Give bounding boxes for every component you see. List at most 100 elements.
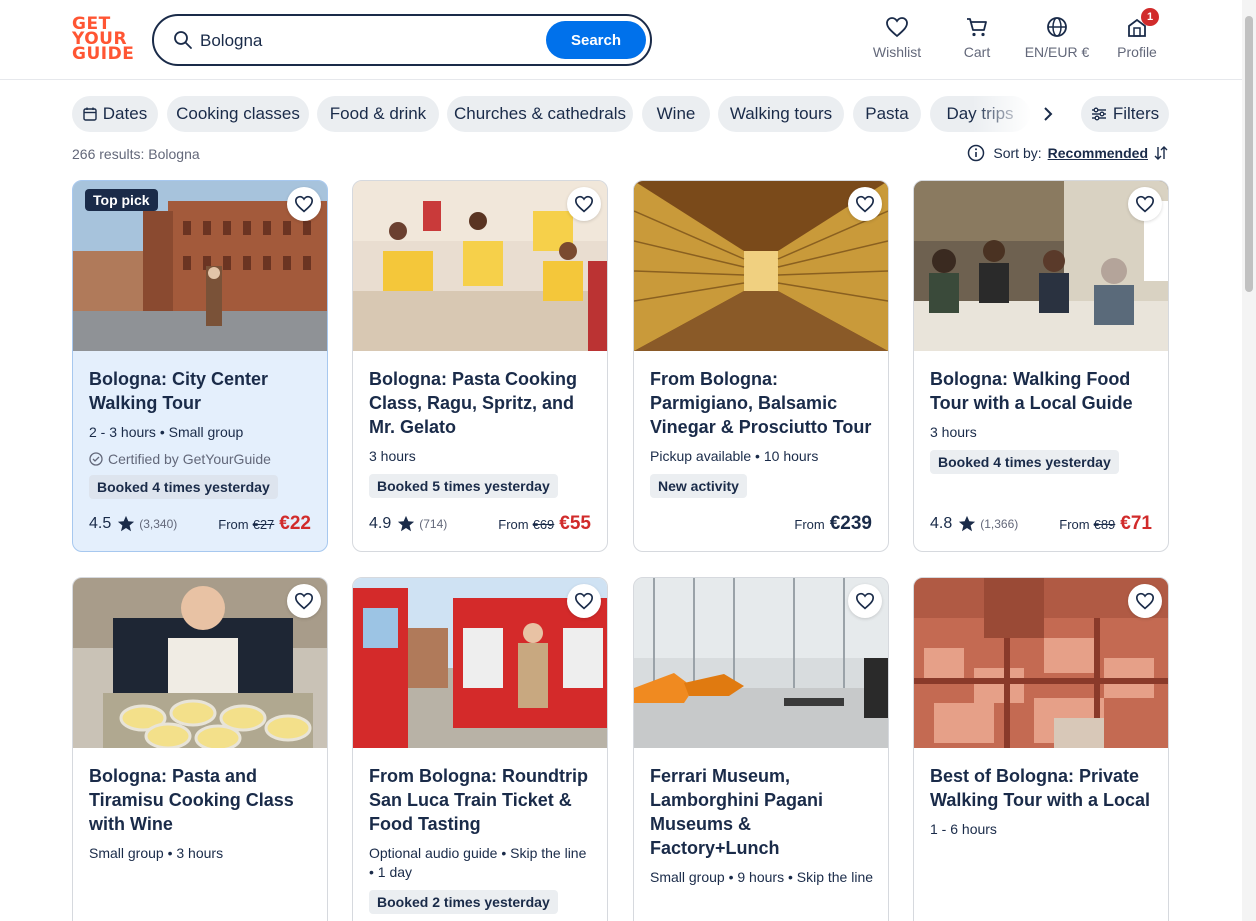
sale-price: €22	[279, 513, 311, 534]
activity-meta: 3 hours	[369, 448, 416, 464]
search-input[interactable]	[200, 30, 530, 52]
card-body: Bologna: Walking Food Tour with a Local …	[930, 367, 1154, 474]
activity-meta: Small group • 3 hours	[89, 845, 224, 861]
sort-arrows-icon	[1154, 146, 1168, 160]
search-button[interactable]: Search	[546, 21, 646, 59]
activity-card[interactable]: From Bologna: Parmigiano, Balsamic Vineg…	[633, 180, 889, 552]
wishlist-toggle[interactable]	[1128, 187, 1162, 221]
check-badge-icon	[89, 452, 103, 466]
activity-card[interactable]: Bologna: Pasta and Tiramisu Cooking Clas…	[72, 577, 328, 921]
filters-button[interactable]: Filters	[1081, 96, 1169, 132]
page-scrollbar[interactable]	[1242, 0, 1256, 921]
activity-meta: 1 - 6 hours	[930, 821, 997, 837]
activity-title[interactable]: Bologna: City Center Walking Tour	[89, 367, 313, 415]
card-body: Best of Bologna: Private Walking Tour wi…	[930, 764, 1154, 839]
calendar-icon	[83, 107, 97, 121]
price-value: €239	[829, 513, 872, 534]
getyourguide-logo[interactable]: GET YOUR GUIDE	[72, 16, 134, 63]
header: GET YOUR GUIDE Search Wishlist Cart EN/E…	[0, 0, 1256, 80]
info-icon[interactable]	[967, 144, 985, 162]
heart-icon	[855, 195, 875, 213]
booking-badge: Booked 5 times yesterday	[369, 474, 558, 498]
new-activity-badge: New activity	[650, 474, 747, 498]
chevron-right-icon	[1044, 107, 1053, 121]
heart-icon	[294, 592, 314, 610]
rating: 4.9 (714)	[369, 515, 448, 532]
booking-badge: Booked 4 times yesterday	[89, 475, 278, 499]
activity-card[interactable]: Bologna: Pasta Cooking Class, Ragu, Spri…	[352, 180, 608, 552]
activity-card[interactable]: Top pick Bologna: City Center Walking To…	[72, 180, 328, 552]
sort-value[interactable]: Recommended	[1048, 145, 1148, 161]
sale-price: €55	[559, 513, 591, 534]
activity-title[interactable]: Bologna: Pasta and Tiramisu Cooking Clas…	[89, 764, 313, 836]
chip-food-drink[interactable]: Food & drink	[317, 96, 439, 132]
chip-cooking-classes[interactable]: Cooking classes	[167, 96, 309, 132]
activity-card[interactable]: From Bologna: Roundtrip San Luca Train T…	[352, 577, 608, 921]
scrollbar-thumb[interactable]	[1245, 16, 1253, 292]
sort-label: Sort by:	[993, 145, 1042, 161]
search-bar: Search	[152, 14, 652, 66]
rating: 4.5 (3,340)	[89, 515, 178, 532]
chip-walking-tours[interactable]: Walking tours	[718, 96, 844, 132]
heart-icon	[886, 17, 908, 38]
activity-title[interactable]: Bologna: Walking Food Tour with a Local …	[930, 367, 1154, 415]
card-body: From Bologna: Parmigiano, Balsamic Vineg…	[650, 367, 874, 498]
activity-title[interactable]: From Bologna: Parmigiano, Balsamic Vineg…	[650, 367, 874, 439]
card-body: Bologna: Pasta Cooking Class, Ragu, Spri…	[369, 367, 593, 498]
wishlist-toggle[interactable]	[287, 584, 321, 618]
sliders-icon	[1091, 107, 1106, 121]
card-body: Ferrari Museum, Lamborghini Pagani Museu…	[650, 764, 874, 887]
wishlist-toggle[interactable]	[567, 584, 601, 618]
heart-icon	[574, 592, 594, 610]
chip-churches-cathedrals[interactable]: Churches & cathedrals	[447, 96, 633, 132]
original-price: €89	[1093, 517, 1116, 532]
price: From €89 €71	[1059, 513, 1152, 534]
star-icon	[398, 515, 415, 532]
search-icon	[174, 31, 192, 49]
booking-badge: Booked 4 times yesterday	[930, 450, 1119, 474]
sort-control[interactable]: Sort by: Recommended	[967, 144, 1168, 162]
wishlist-toggle[interactable]	[567, 187, 601, 221]
cart-button[interactable]: Cart	[937, 16, 1017, 66]
top-pick-badge: Top pick	[85, 189, 158, 211]
profile-label: Profile	[1117, 44, 1157, 60]
activity-meta: Optional audio guide • Skip the line • 1…	[369, 845, 587, 880]
globe-icon	[1047, 17, 1067, 37]
activity-title[interactable]: Bologna: Pasta Cooking Class, Ragu, Spri…	[369, 367, 593, 439]
original-price: €69	[532, 517, 555, 532]
heart-icon	[1135, 195, 1155, 213]
chip-dates[interactable]: Dates	[72, 96, 158, 132]
notification-badge: 1	[1141, 8, 1159, 26]
price: From €239	[794, 513, 872, 534]
heart-icon	[294, 195, 314, 213]
activity-meta: 2 - 3 hours • Small group	[89, 424, 244, 440]
wishlist-toggle[interactable]	[848, 187, 882, 221]
wishlist-label: Wishlist	[872, 44, 922, 60]
card-body: Bologna: Pasta and Tiramisu Cooking Clas…	[89, 764, 313, 863]
chips-next-button[interactable]	[1034, 96, 1062, 132]
price: From €69 €55	[498, 513, 591, 534]
sale-price: €71	[1120, 513, 1152, 534]
activity-title[interactable]: Best of Bologna: Private Walking Tour wi…	[930, 764, 1154, 812]
booking-badge: Booked 2 times yesterday	[369, 890, 558, 914]
activity-meta: Pickup available • 10 hours	[650, 448, 819, 464]
chip-wine[interactable]: Wine	[642, 96, 710, 132]
star-icon	[959, 515, 976, 532]
activity-title[interactable]: Ferrari Museum, Lamborghini Pagani Museu…	[650, 764, 874, 860]
activity-title[interactable]: From Bologna: Roundtrip San Luca Train T…	[369, 764, 593, 836]
original-price: €27	[252, 517, 275, 532]
wishlist-toggle[interactable]	[287, 187, 321, 221]
activity-card[interactable]: Ferrari Museum, Lamborghini Pagani Museu…	[633, 577, 889, 921]
activity-card[interactable]: Best of Bologna: Private Walking Tour wi…	[913, 577, 1169, 921]
chip-pasta[interactable]: Pasta	[853, 96, 921, 132]
language-currency-button[interactable]: EN/EUR €	[1017, 16, 1097, 66]
heart-icon	[1135, 592, 1155, 610]
profile-button[interactable]: Profile 1	[1097, 8, 1177, 66]
chip-fade	[972, 96, 1032, 132]
cart-icon	[967, 18, 987, 37]
wishlist-toggle[interactable]	[848, 584, 882, 618]
activity-card[interactable]: Bologna: Walking Food Tour with a Local …	[913, 180, 1169, 552]
rating: 4.8 (1,366)	[930, 515, 1019, 532]
wishlist-button[interactable]: Wishlist	[857, 16, 937, 66]
wishlist-toggle[interactable]	[1128, 584, 1162, 618]
